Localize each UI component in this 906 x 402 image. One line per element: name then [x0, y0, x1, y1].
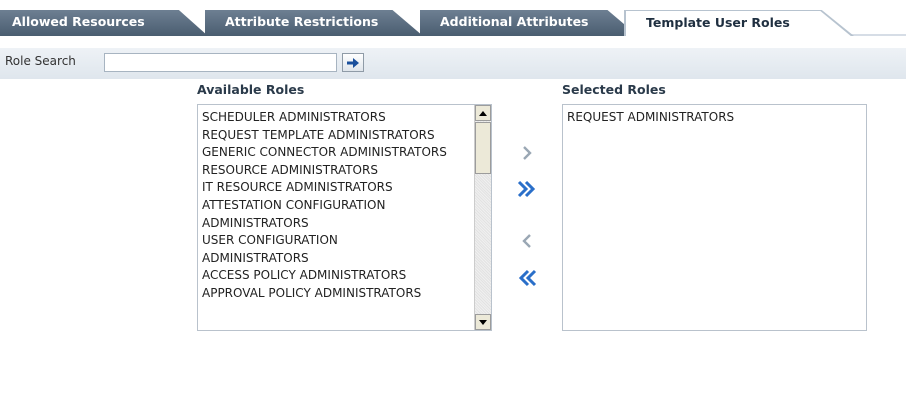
list-item[interactable]: REQUEST ADMINISTRATORS: [563, 109, 863, 127]
triangle-up-icon: [479, 110, 487, 116]
selected-roles-list[interactable]: REQUEST ADMINISTRATORS: [562, 104, 867, 331]
list-item[interactable]: RESOURCE ADMINISTRATORS: [198, 162, 474, 180]
list-item[interactable]: SCHEDULER ADMINISTRATORS: [198, 109, 474, 127]
list-item[interactable]: APPROVAL POLICY ADMINISTRATORS: [198, 285, 474, 303]
chevron-right-icon: [523, 146, 532, 160]
tab-attribute-restrictions[interactable]: Attribute Restrictions: [205, 10, 423, 36]
triangle-down-icon: [479, 319, 487, 325]
tab-label: Attribute Restrictions: [225, 14, 379, 29]
role-search-input[interactable]: [104, 53, 337, 72]
move-all-button[interactable]: [515, 178, 539, 200]
scroll-thumb[interactable]: [475, 122, 491, 174]
scroll-up-button[interactable]: [475, 105, 491, 121]
chevron-left-icon: [522, 234, 531, 248]
available-roles-list[interactable]: SCHEDULER ADMINISTRATORS REQUEST TEMPLAT…: [197, 104, 492, 331]
list-item[interactable]: IT RESOURCE ADMINISTRATORS: [198, 179, 474, 197]
scroll-down-button[interactable]: [475, 314, 491, 330]
tab-additional-attributes[interactable]: Additional Attributes: [420, 10, 638, 36]
remove-all-button[interactable]: [515, 267, 539, 289]
double-chevron-right-icon: [517, 180, 536, 198]
list-item[interactable]: ATTESTATION CONFIGURATION ADMINISTRATORS: [198, 197, 416, 232]
move-selected-button[interactable]: [515, 142, 539, 164]
vertical-scrollbar[interactable]: [474, 105, 491, 330]
selected-roles-items: REQUEST ADMINISTRATORS: [563, 109, 863, 127]
list-item[interactable]: USER CONFIGURATION ADMINISTRATORS: [198, 232, 376, 267]
available-roles-items: SCHEDULER ADMINISTRATORS REQUEST TEMPLAT…: [198, 109, 474, 303]
arrow-right-icon: [347, 57, 359, 68]
role-search-label: Role Search: [5, 54, 76, 68]
tab-strip: Allowed Resources Attribute Restrictions…: [0, 0, 906, 37]
tab-allowed-resources[interactable]: Allowed Resources: [0, 10, 208, 36]
tab-label: Additional Attributes: [440, 14, 589, 29]
list-item[interactable]: GENERIC CONNECTOR ADMINISTRATORS: [198, 144, 474, 162]
list-item[interactable]: ACCESS POLICY ADMINISTRATORS: [198, 267, 474, 285]
selected-roles-header: Selected Roles: [562, 82, 666, 97]
list-item[interactable]: REQUEST TEMPLATE ADMINISTRATORS: [198, 127, 474, 145]
available-roles-header: Available Roles: [197, 82, 305, 97]
tab-template-user-roles[interactable]: Template User Roles: [626, 11, 852, 37]
remove-selected-button[interactable]: [515, 230, 539, 252]
double-chevron-left-icon: [518, 269, 537, 287]
role-search-go-button[interactable]: [342, 53, 364, 72]
tab-label: Template User Roles: [646, 15, 790, 30]
tab-label: Allowed Resources: [12, 14, 145, 29]
